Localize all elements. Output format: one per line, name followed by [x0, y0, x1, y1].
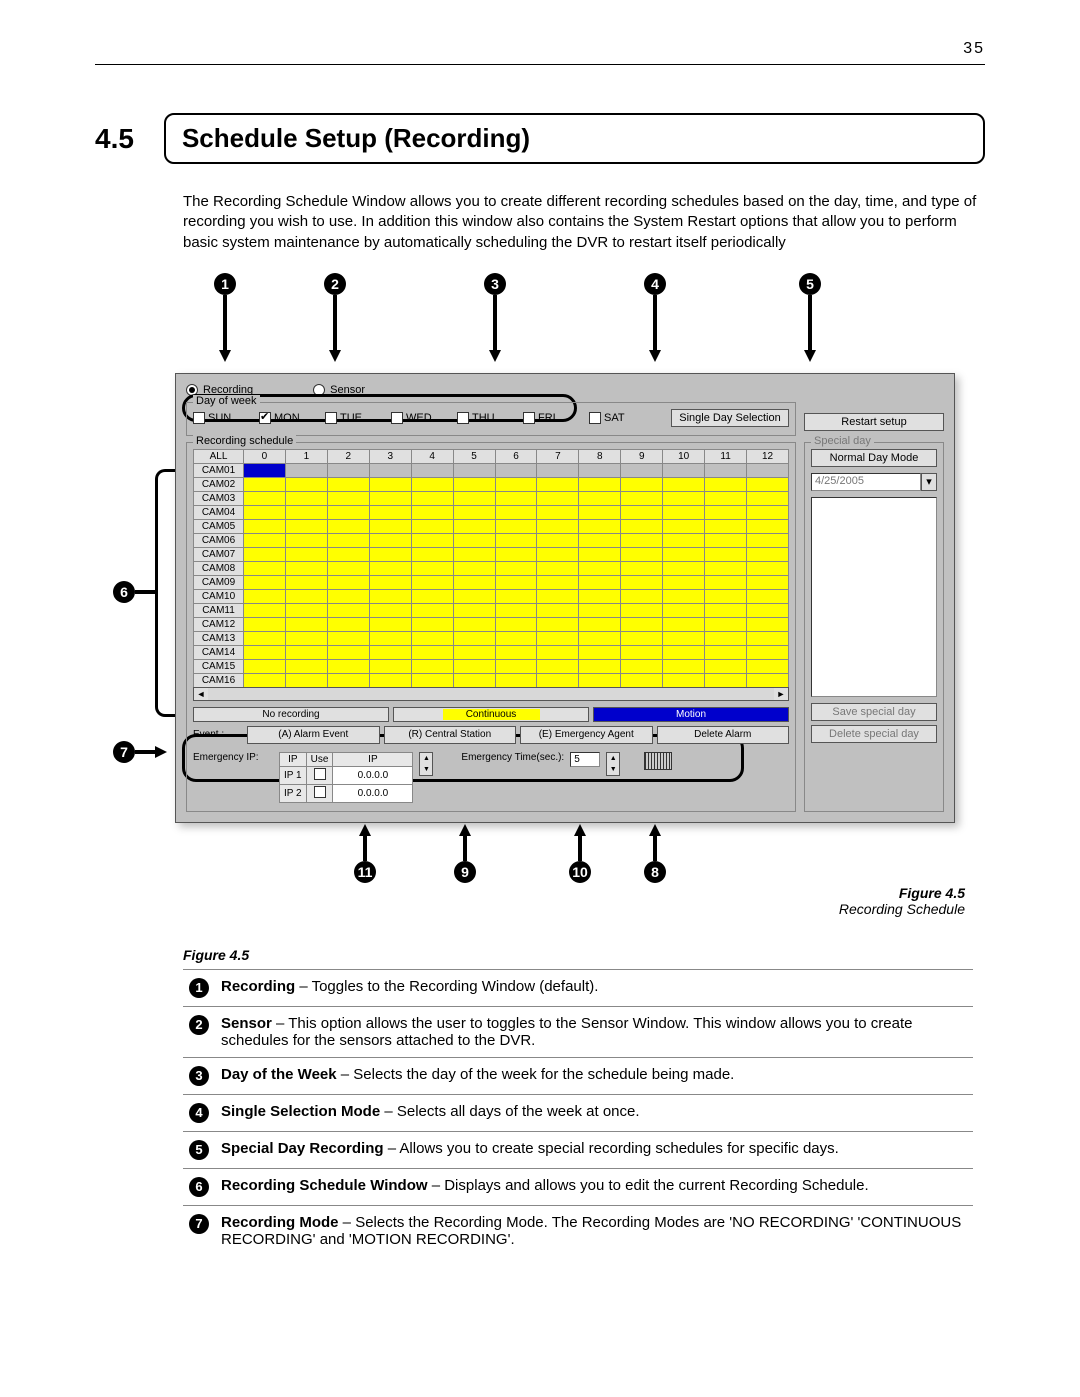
ip2-use-checkbox[interactable] — [314, 786, 326, 798]
ip1-use-checkbox[interactable] — [314, 768, 326, 780]
no-recording-mode[interactable]: No recording — [193, 707, 389, 722]
continuous-mode[interactable]: Continuous — [393, 707, 589, 722]
table-row[interactable]: CAM08 — [194, 561, 789, 575]
emergency-time-label: Emergency Time(sec.): — [461, 752, 564, 763]
table-row[interactable]: CAM01 — [194, 463, 789, 477]
legend-number: 1 — [189, 978, 209, 998]
callout-6: 6 — [113, 581, 155, 603]
ip-spinner[interactable]: ▲▼ — [419, 752, 433, 776]
scroll-left-icon[interactable]: ◄ — [194, 688, 208, 700]
callout-8: 8 — [644, 861, 666, 883]
section-title: Schedule Setup (Recording) — [164, 113, 985, 164]
figure-label: Figure 4.5 — [183, 947, 985, 963]
date-dropdown-icon[interactable]: ▾ — [921, 473, 937, 491]
legend-number: 6 — [189, 1177, 209, 1197]
day-sun[interactable]: SUN — [193, 412, 253, 424]
table-row[interactable]: CAM02 — [194, 477, 789, 491]
recording-schedule-label: Recording schedule — [193, 435, 296, 447]
sensor-radio[interactable]: Sensor — [313, 384, 365, 396]
callout-9: 9 — [454, 861, 476, 883]
legend-text: Special Day Recording – Allows you to cr… — [215, 1131, 973, 1168]
section-header: 4.5 Schedule Setup (Recording) — [95, 113, 985, 164]
table-row[interactable]: CAM12 — [194, 617, 789, 631]
legend-text: Recording Schedule Window – Displays and… — [215, 1168, 973, 1205]
table-row[interactable]: CAM07 — [194, 547, 789, 561]
day-wed[interactable]: WED — [391, 412, 451, 424]
legend-number: 3 — [189, 1066, 209, 1086]
table-row[interactable]: CAM06 — [194, 533, 789, 547]
motion-mode[interactable]: Motion — [593, 707, 789, 722]
special-date-field[interactable]: 4/25/2005 — [811, 473, 921, 491]
table-row[interactable]: CAM09 — [194, 575, 789, 589]
table-row[interactable]: CAM03 — [194, 491, 789, 505]
legend-text: Day of the Week – Selects the day of the… — [215, 1057, 973, 1094]
section-number: 4.5 — [95, 123, 134, 155]
legend-text: Single Selection Mode – Selects all days… — [215, 1094, 973, 1131]
delete-alarm-button[interactable]: Delete Alarm — [657, 726, 790, 744]
table-row[interactable]: CAM05 — [194, 519, 789, 533]
legend-text: Sensor – This option allows the user to … — [215, 1006, 973, 1057]
keyboard-icon[interactable] — [644, 752, 672, 770]
central-station-button[interactable]: (R) Central Station — [384, 726, 517, 744]
normal-day-mode-button[interactable]: Normal Day Mode — [811, 449, 937, 467]
time-spinner[interactable]: ▲▼ — [606, 752, 620, 776]
table-row[interactable]: CAM14 — [194, 645, 789, 659]
day-sat[interactable]: SAT — [589, 412, 649, 424]
callout-10: 10 — [569, 861, 591, 883]
horizontal-scrollbar[interactable]: ◄ ► — [193, 687, 789, 701]
special-day-list[interactable] — [811, 497, 937, 697]
emergency-ip-label: Emergency IP: — [193, 752, 273, 763]
legend-text: Recording Mode – Selects the Recording M… — [215, 1205, 973, 1256]
event-label: Event : — [193, 729, 243, 740]
save-special-day-button[interactable]: Save special day — [811, 703, 937, 721]
callout-7: 7 — [113, 741, 167, 763]
day-mon[interactable]: MON — [259, 412, 319, 424]
alarm-event-button[interactable]: (A) Alarm Event — [247, 726, 380, 744]
single-day-selection-button[interactable]: Single Day Selection — [671, 409, 789, 427]
table-row[interactable]: CAM16 — [194, 673, 789, 687]
emergency-time-input[interactable]: 5 — [570, 752, 600, 767]
callout-3: 3 — [484, 273, 506, 295]
callout-4: 4 — [644, 273, 666, 295]
table-row[interactable]: CAM04 — [194, 505, 789, 519]
day-fri[interactable]: FRI — [523, 412, 583, 424]
table-row[interactable]: CAM11 — [194, 603, 789, 617]
legend-table: 1 Recording – Toggles to the Recording Wi… — [183, 969, 973, 1256]
callout-6-bracket — [155, 469, 175, 717]
figure-caption: Figure 4.5 Recording Schedule — [125, 885, 965, 917]
intro-paragraph: The Recording Schedule Window allows you… — [183, 192, 985, 253]
col-all[interactable]: ALL — [194, 449, 244, 463]
delete-special-day-button[interactable]: Delete special day — [811, 725, 937, 743]
schedule-grid[interactable]: ALL 0123456789101112 CAM01CAM02CAM03CAM0… — [193, 449, 789, 688]
legend-number: 2 — [189, 1015, 209, 1035]
callout-1: 1 — [214, 273, 236, 295]
restart-setup-button[interactable]: Restart setup — [804, 413, 944, 431]
legend-number: 4 — [189, 1103, 209, 1123]
legend-number: 5 — [189, 1140, 209, 1160]
emergency-agent-button[interactable]: (E) Emergency Agent — [520, 726, 653, 744]
special-day-label: Special day — [811, 435, 874, 447]
callout-2: 2 — [324, 273, 346, 295]
day-of-week-label: Day of week — [193, 395, 260, 407]
legend-text: Recording – Toggles to the Recording Win… — [215, 969, 973, 1006]
table-row[interactable]: CAM10 — [194, 589, 789, 603]
callout-5: 5 — [799, 273, 821, 295]
table-row[interactable]: CAM13 — [194, 631, 789, 645]
recording-schedule-window: Recording Sensor Day of week SUN MON TUE… — [175, 373, 955, 823]
legend-number: 7 — [189, 1214, 209, 1234]
emergency-ip-table[interactable]: IPUseIP IP 10.0.0.0 IP 20.0.0.0 — [279, 752, 413, 803]
day-tue[interactable]: TUE — [325, 412, 385, 424]
page-number: 35 — [95, 40, 985, 65]
day-thu[interactable]: THU — [457, 412, 517, 424]
callout-11: 11 — [354, 861, 376, 883]
radio-icon — [313, 384, 325, 396]
table-row[interactable]: CAM15 — [194, 659, 789, 673]
scroll-right-icon[interactable]: ► — [774, 688, 788, 700]
